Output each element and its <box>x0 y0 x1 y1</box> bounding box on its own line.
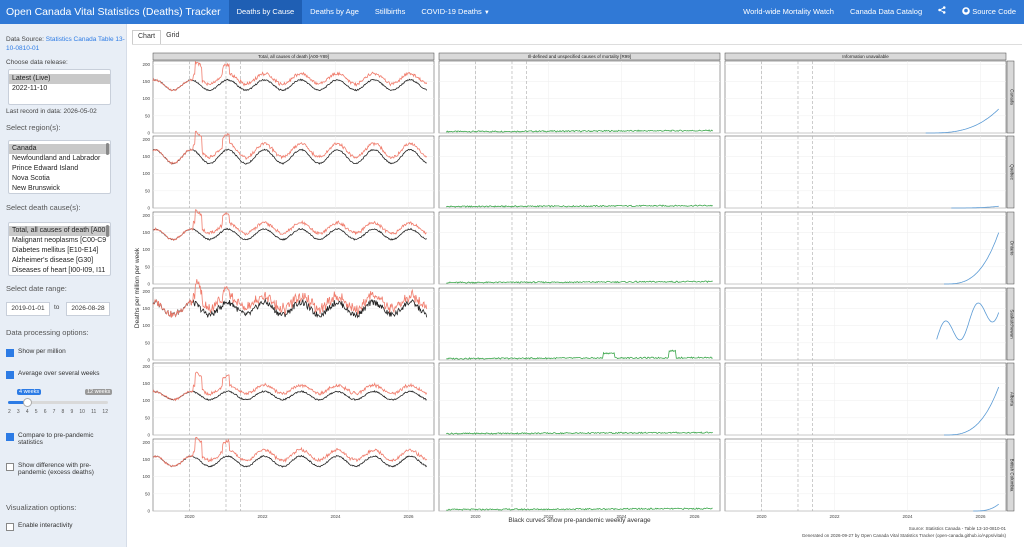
y-tick-label: 50 <box>145 113 151 118</box>
y-tick-label: 150 <box>142 230 150 235</box>
panel <box>438 60 721 134</box>
x-tick-label: 2022 <box>257 514 268 519</box>
facet-row-title: Quebec <box>1010 164 1015 181</box>
y-tick-label: 100 <box>142 171 150 176</box>
generated-caption: Generated on 2026-09-27 by Open Canada V… <box>802 533 1007 538</box>
y-tick-label: 50 <box>145 340 151 345</box>
source-caption: Source: Statistics Canada - Table 13-10-… <box>909 526 1007 531</box>
panel <box>152 211 435 285</box>
x-tick-label: 2024 <box>902 514 913 519</box>
y-tick-label: 0 <box>147 206 150 211</box>
x-tick-label: 2026 <box>403 514 414 519</box>
facet-column-title: Ill-defined and unspecified causes of mo… <box>528 54 631 59</box>
y-tick-label: 150 <box>142 457 150 462</box>
y-tick-label: 0 <box>147 358 150 363</box>
x-tick-label: 2020 <box>470 514 481 519</box>
facet-row-title: British Columbia <box>1010 459 1015 492</box>
y-tick-label: 0 <box>147 131 150 136</box>
x-axis-label: Black curves show pre-pandemic weekly av… <box>508 517 651 524</box>
y-tick-label: 100 <box>142 398 150 403</box>
y-tick-label: 100 <box>142 96 150 101</box>
panel <box>438 287 721 361</box>
y-tick-label: 100 <box>142 323 150 328</box>
y-tick-label: 0 <box>147 282 150 287</box>
y-tick-label: 200 <box>142 440 150 445</box>
y-tick-label: 200 <box>142 364 150 369</box>
y-tick-label: 50 <box>145 491 151 496</box>
y-axis-label: Deaths per million per week <box>134 247 141 328</box>
y-tick-label: 200 <box>142 62 150 67</box>
panel <box>724 362 1007 436</box>
faceted-chart: Deaths per million per week Total, all ca… <box>134 52 1015 538</box>
facet-row-title: Alberta <box>1010 392 1015 407</box>
facet-column-title: Information unavailable <box>842 54 889 59</box>
panel <box>724 287 1007 361</box>
y-tick-label: 150 <box>142 154 150 159</box>
y-tick-label: 200 <box>142 213 150 218</box>
x-tick-label: 2026 <box>689 514 700 519</box>
facet-row-title: Ontario <box>1010 241 1015 256</box>
y-tick-label: 100 <box>142 474 150 479</box>
y-tick-label: 150 <box>142 306 150 311</box>
panel <box>724 438 1007 512</box>
y-tick-label: 50 <box>145 415 151 420</box>
x-tick-label: 2022 <box>829 514 840 519</box>
x-tick-label: 2020 <box>756 514 767 519</box>
facet-column-title: Total, all causes of death [A00-Y89] <box>258 54 329 59</box>
y-tick-label: 50 <box>145 264 151 269</box>
y-tick-label: 0 <box>147 433 150 438</box>
panel <box>724 211 1007 285</box>
panel <box>438 438 721 512</box>
y-tick-label: 150 <box>142 381 150 386</box>
y-tick-label: 200 <box>142 137 150 142</box>
y-tick-label: 50 <box>145 188 151 193</box>
facet-row-title: Saskatchewan <box>1010 309 1015 339</box>
panel <box>438 362 721 436</box>
panel <box>724 60 1007 134</box>
y-tick-label: 150 <box>142 79 150 84</box>
y-tick-label: 200 <box>142 289 150 294</box>
x-tick-label: 2020 <box>184 514 195 519</box>
panel <box>438 211 721 285</box>
panel <box>724 135 1007 209</box>
y-tick-label: 0 <box>147 509 150 514</box>
y-tick-label: 100 <box>142 247 150 252</box>
x-tick-label: 2024 <box>330 514 341 519</box>
facet-row-title: Canada <box>1010 89 1015 105</box>
x-tick-label: 2026 <box>975 514 986 519</box>
panel <box>438 135 721 209</box>
panel <box>152 438 435 512</box>
